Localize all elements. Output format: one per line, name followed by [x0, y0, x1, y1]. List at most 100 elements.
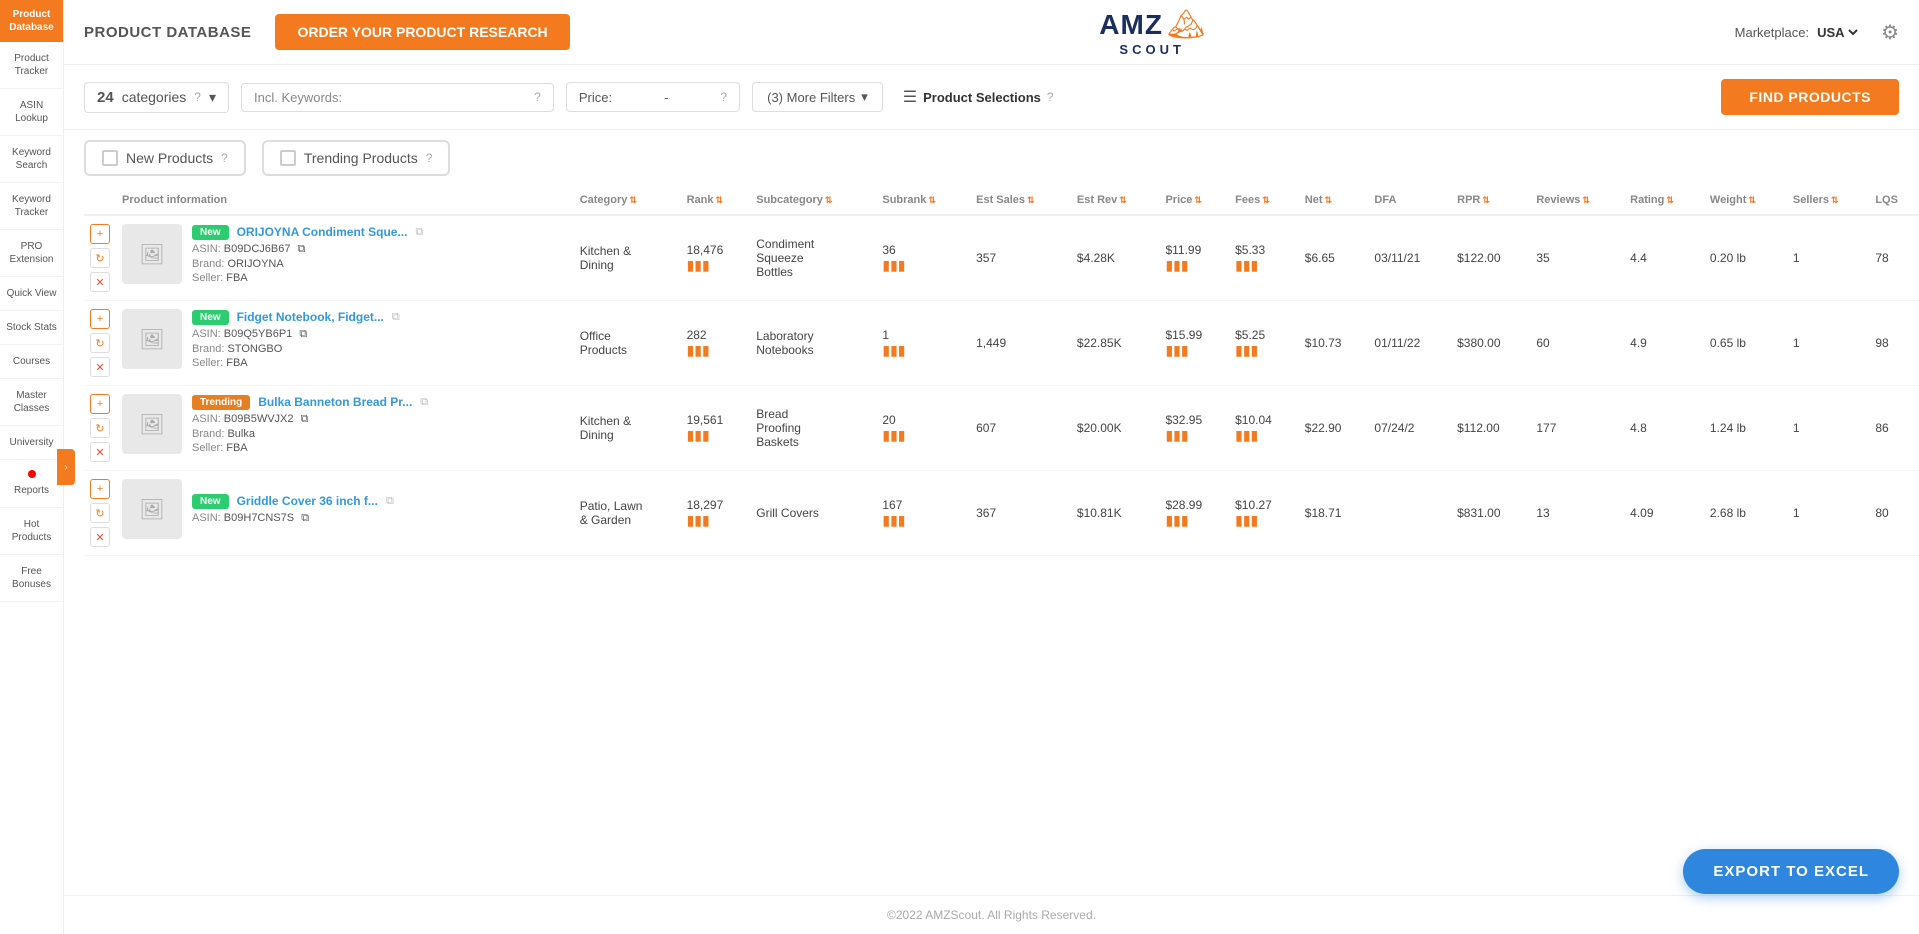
sidebar-item-quick-view[interactable]: Quick View	[0, 277, 63, 311]
copy-name-icon[interactable]: ⧉	[392, 311, 400, 324]
row-add-btn[interactable]: +	[90, 394, 110, 414]
sidebar-item-free-bonuses[interactable]: Free Bonuses	[0, 555, 63, 602]
bar-chart-icon[interactable]: ▮▮▮	[882, 512, 964, 529]
product-seller: Seller: FBA	[192, 442, 428, 454]
row-delete-btn[interactable]: ✕	[90, 272, 110, 292]
categories-chevron-icon[interactable]: ▾	[209, 89, 216, 106]
more-filters-button[interactable]: (3) More Filters ▾	[752, 82, 883, 112]
sidebar-item-keyword-tracker[interactable]: Keyword Tracker	[0, 183, 63, 230]
col-subrank[interactable]: Subrank⇅	[876, 186, 970, 215]
col-reviews[interactable]: Reviews⇅	[1530, 186, 1624, 215]
sidebar-item-stock-stats[interactable]: Stock Stats	[0, 311, 63, 345]
col-weight[interactable]: Weight⇅	[1704, 186, 1787, 215]
bar-chart-icon[interactable]: ▮▮▮	[1165, 512, 1223, 529]
new-products-toggle[interactable]: New Products ?	[84, 140, 246, 176]
sidebar-item-product-database[interactable]: Product Database	[0, 0, 63, 42]
price-max-input[interactable]: 70	[676, 89, 712, 105]
copy-asin-icon[interactable]: ⧉	[298, 243, 306, 255]
col-rank[interactable]: Rank⇅	[681, 186, 751, 215]
export-to-excel-button[interactable]: EXPORT TO EXCEL	[1683, 849, 1899, 894]
col-rpr[interactable]: RPR⇅	[1451, 186, 1530, 215]
product-name[interactable]: ORIJOYNA Condiment Sque...	[237, 225, 408, 239]
col-product-info[interactable]: Product information	[116, 186, 574, 215]
header-title: PRODUCT DATABASE	[84, 24, 251, 41]
col-net[interactable]: Net⇅	[1299, 186, 1369, 215]
bar-chart-icon[interactable]: ▮▮▮	[882, 257, 964, 274]
price-help-icon[interactable]: ?	[720, 90, 727, 104]
product-name[interactable]: Fidget Notebook, Fidget...	[237, 310, 384, 324]
keywords-help-icon[interactable]: ?	[534, 90, 541, 104]
copy-name-icon[interactable]: ⧉	[420, 396, 428, 409]
selections-help-icon[interactable]: ?	[1047, 90, 1054, 104]
bar-chart-icon[interactable]: ▮▮▮	[1165, 427, 1223, 444]
row-add-btn[interactable]: +	[90, 479, 110, 499]
bar-chart-icon[interactable]: ▮▮▮	[1165, 342, 1223, 359]
copy-name-icon[interactable]: ⧉	[386, 495, 394, 508]
bar-chart-icon[interactable]: ▮▮▮	[1235, 342, 1293, 359]
copy-name-icon[interactable]: ⧉	[415, 226, 423, 239]
sidebar-item-university[interactable]: University	[0, 426, 63, 460]
sidebar-item-asin-lookup[interactable]: ASIN Lookup	[0, 89, 63, 136]
bar-chart-icon[interactable]: ▮▮▮	[882, 427, 964, 444]
sidebar-item-keyword-search[interactable]: Keyword Search	[0, 136, 63, 183]
bar-chart-icon[interactable]: ▮▮▮	[1235, 512, 1293, 529]
settings-icon[interactable]: ⚙	[1881, 20, 1899, 45]
sidebar-item-master-classes[interactable]: Master Classes	[0, 379, 63, 426]
categories-filter[interactable]: 24 categories ? ▾	[84, 82, 229, 113]
bar-chart-icon[interactable]: ▮▮▮	[687, 257, 745, 274]
marketplace-selector[interactable]: Marketplace: USA UK DE CA	[1735, 24, 1861, 41]
new-products-help-icon[interactable]: ?	[221, 151, 228, 165]
row-delete-btn[interactable]: ✕	[90, 357, 110, 377]
marketplace-dropdown[interactable]: USA UK DE CA	[1813, 24, 1861, 41]
copy-asin-icon[interactable]: ⧉	[299, 328, 307, 340]
col-est-rev[interactable]: Est Rev⇅	[1071, 186, 1160, 215]
col-est-sales[interactable]: Est Sales⇅	[970, 186, 1071, 215]
row-add-btn[interactable]: +	[90, 309, 110, 329]
col-subcategory[interactable]: Subcategory⇅	[750, 186, 876, 215]
col-category[interactable]: Category⇅	[574, 186, 681, 215]
row-2-actions: + ↻ ✕	[84, 386, 116, 471]
row-add-btn[interactable]: +	[90, 224, 110, 244]
bar-chart-icon[interactable]: ▮▮▮	[687, 512, 745, 529]
bar-chart-icon[interactable]: ▮▮▮	[1235, 427, 1293, 444]
product-name[interactable]: Griddle Cover 36 inch f...	[237, 494, 378, 508]
sidebar-item-reports[interactable]: Reports	[0, 460, 63, 508]
col-lqs[interactable]: LQS	[1869, 186, 1919, 215]
product-name[interactable]: Bulka Banneton Bread Pr...	[258, 395, 412, 409]
order-research-button[interactable]: ORDER YOUR PRODUCT RESEARCH	[275, 14, 569, 50]
copy-asin-icon[interactable]: ⧉	[301, 512, 309, 524]
row-refresh-btn[interactable]: ↻	[90, 418, 110, 438]
product-selections-button[interactable]: ☰ Product Selections ?	[895, 81, 1062, 113]
trending-products-help-icon[interactable]: ?	[426, 151, 433, 165]
row-3-rpr: $831.00	[1451, 471, 1530, 556]
keywords-input[interactable]	[350, 90, 526, 105]
col-dfa[interactable]: DFA	[1368, 186, 1451, 215]
new-products-checkbox[interactable]	[102, 150, 118, 166]
col-rating[interactable]: Rating⇅	[1624, 186, 1704, 215]
col-fees[interactable]: Fees⇅	[1229, 186, 1299, 215]
sidebar-item-product-tracker[interactable]: Product Tracker	[0, 42, 63, 89]
row-delete-btn[interactable]: ✕	[90, 442, 110, 462]
col-price[interactable]: Price⇅	[1159, 186, 1229, 215]
trending-products-checkbox[interactable]	[280, 150, 296, 166]
sidebar-item-courses[interactable]: Courses	[0, 345, 63, 379]
col-sellers[interactable]: Sellers⇅	[1787, 186, 1869, 215]
row-3-dfa	[1368, 471, 1451, 556]
price-min-input[interactable]: 10	[620, 89, 656, 105]
sidebar-collapse-arrow[interactable]: ›	[57, 449, 75, 485]
bar-chart-icon[interactable]: ▮▮▮	[687, 342, 745, 359]
row-delete-btn[interactable]: ✕	[90, 527, 110, 547]
categories-help-icon[interactable]: ?	[194, 90, 201, 104]
bar-chart-icon[interactable]: ▮▮▮	[882, 342, 964, 359]
copy-asin-icon[interactable]: ⧉	[301, 413, 309, 425]
row-refresh-btn[interactable]: ↻	[90, 248, 110, 268]
row-refresh-btn[interactable]: ↻	[90, 333, 110, 353]
trending-products-toggle[interactable]: Trending Products ?	[262, 140, 451, 176]
find-products-button[interactable]: FIND PRODUCTS	[1721, 79, 1899, 115]
bar-chart-icon[interactable]: ▮▮▮	[687, 427, 745, 444]
sidebar-item-pro-extension[interactable]: PRO Extension	[0, 230, 63, 277]
sidebar-item-hot-products[interactable]: Hot Products	[0, 508, 63, 555]
bar-chart-icon[interactable]: ▮▮▮	[1165, 257, 1223, 274]
row-refresh-btn[interactable]: ↻	[90, 503, 110, 523]
bar-chart-icon[interactable]: ▮▮▮	[1235, 257, 1293, 274]
